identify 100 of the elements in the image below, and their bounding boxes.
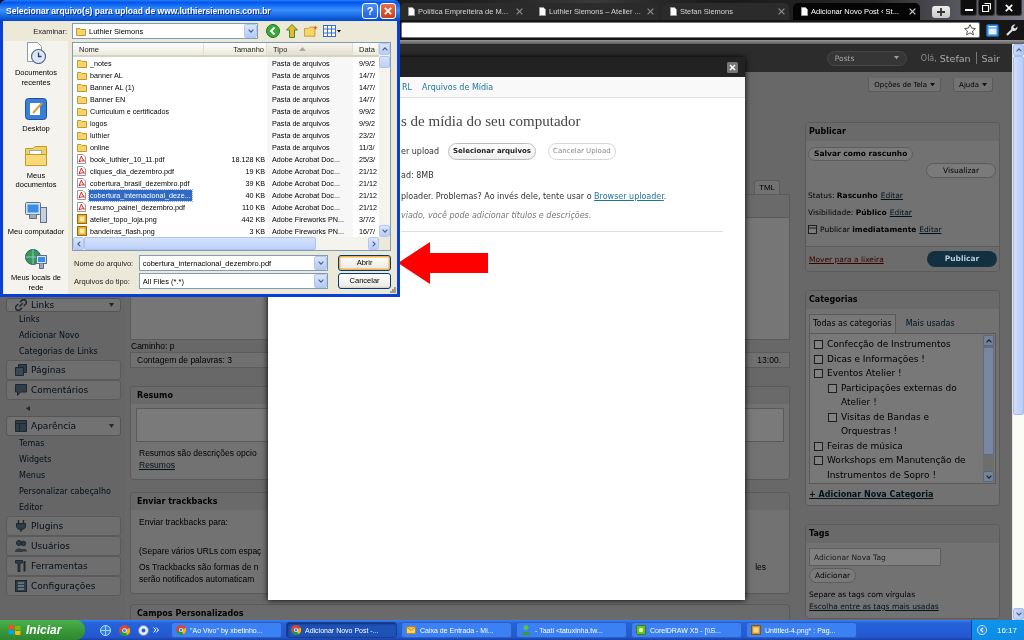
disc-icon[interactable] bbox=[138, 624, 149, 636]
media-tab[interactable]: RL bbox=[402, 82, 412, 92]
checkbox[interactable] bbox=[814, 456, 823, 465]
panel-header[interactable]: Categorias bbox=[806, 291, 999, 309]
horizontal-scrollbar[interactable] bbox=[73, 237, 379, 250]
close-icon[interactable] bbox=[727, 61, 738, 73]
scroll-right-button[interactable] bbox=[368, 237, 379, 250]
star-icon[interactable] bbox=[964, 24, 976, 36]
scroll-thumb[interactable] bbox=[1013, 56, 1024, 415]
category-tab[interactable]: Mais usadas bbox=[901, 314, 959, 333]
calendar-icon bbox=[808, 225, 817, 234]
help-text: les bbox=[755, 561, 766, 573]
wrench-icon[interactable] bbox=[1005, 23, 1018, 37]
up-arrow-icon[interactable] bbox=[285, 24, 299, 38]
scroll-down-button[interactable] bbox=[983, 471, 994, 482]
folder-icon bbox=[76, 26, 86, 36]
start-button[interactable]: Iniciar bbox=[0, 620, 85, 640]
greeting-text: Olá, bbox=[920, 53, 937, 63]
minimize-button[interactable] bbox=[960, 0, 977, 16]
panel-header[interactable]: Campos Personalizados bbox=[130, 604, 790, 620]
restore-button[interactable] bbox=[978, 0, 995, 16]
scroll-thumb[interactable] bbox=[84, 237, 316, 250]
scroll-thumb[interactable] bbox=[983, 347, 994, 455]
submenu-item[interactable]: Temas bbox=[0, 436, 125, 452]
menu-item[interactable]: Usuários bbox=[6, 536, 121, 556]
excerpt-link[interactable]: Resumos bbox=[139, 460, 175, 470]
page-icon bbox=[670, 7, 677, 16]
scroll-left-button[interactable] bbox=[73, 237, 84, 250]
ring-icon[interactable] bbox=[119, 624, 130, 636]
plus-icon bbox=[937, 8, 945, 16]
close-icon[interactable] bbox=[909, 8, 916, 15]
menu-item[interactable]: Configurações bbox=[6, 576, 121, 596]
menu-item[interactable]: Comentários bbox=[6, 380, 121, 400]
word-count-text: Contagem de palavras: 3 bbox=[137, 355, 232, 365]
pdf-document-icon bbox=[77, 166, 86, 176]
vertical-scrollbar[interactable] bbox=[379, 43, 390, 237]
dropdown-button[interactable] bbox=[314, 274, 328, 288]
chevron-icon[interactable] bbox=[976, 625, 987, 635]
category-label: Feiras de música bbox=[827, 439, 903, 453]
page-scrollbar[interactable] bbox=[1012, 44, 1024, 620]
dropdown-button[interactable] bbox=[314, 256, 328, 270]
envelope-icon bbox=[406, 625, 416, 635]
pdf-document-icon bbox=[77, 190, 86, 200]
media-tab[interactable]: Arquivos de Mídia bbox=[422, 82, 494, 92]
logout-link[interactable]: Sair bbox=[981, 52, 1000, 64]
menu-item[interactable]: Páginas bbox=[6, 360, 121, 380]
expand-arrow-icon[interactable] bbox=[109, 303, 114, 307]
submenu-item[interactable]: Personalizar cabeçalho bbox=[0, 484, 125, 500]
editor-tab[interactable]: TML bbox=[754, 180, 780, 194]
checkbox[interactable] bbox=[814, 369, 823, 378]
back-icon[interactable] bbox=[266, 24, 280, 38]
submenu-item[interactable]: Categorias de Links bbox=[0, 344, 125, 360]
browser-uploader-link[interactable]: Browser uploader bbox=[594, 192, 664, 201]
new-folder-icon[interactable] bbox=[304, 24, 318, 38]
upload-label: er upload bbox=[401, 147, 439, 156]
picture-icon bbox=[751, 625, 761, 635]
help-button[interactable]: ? bbox=[362, 2, 378, 19]
dropdown-button[interactable] bbox=[244, 24, 257, 38]
scroll-thumb[interactable] bbox=[379, 56, 390, 68]
submenu-item[interactable]: Editor bbox=[0, 500, 125, 516]
address-field[interactable] bbox=[401, 22, 980, 38]
checkbox[interactable] bbox=[814, 441, 823, 451]
scroll-down-button[interactable] bbox=[379, 225, 390, 237]
expand-arrow-icon[interactable] bbox=[109, 424, 114, 428]
user-link[interactable]: Stefan bbox=[939, 52, 971, 64]
menu-item[interactable]: Links bbox=[6, 298, 121, 312]
caret-icon bbox=[893, 56, 899, 60]
pdf-document-icon bbox=[77, 178, 86, 188]
collapse-arrow-icon[interactable] bbox=[26, 405, 30, 411]
menu-item[interactable]: Ferramentas bbox=[6, 556, 121, 576]
page-icon bbox=[801, 7, 808, 16]
checkbox[interactable] bbox=[814, 340, 823, 349]
double-chevron-icon[interactable] bbox=[153, 627, 159, 633]
close-button[interactable] bbox=[996, 0, 1022, 16]
panel-header[interactable]: Publicar bbox=[806, 123, 999, 141]
panel-header[interactable]: Tags bbox=[806, 525, 999, 543]
category-tab[interactable]: Todas as categorias bbox=[809, 314, 896, 333]
checkbox[interactable] bbox=[828, 383, 837, 393]
globe-icon[interactable] bbox=[100, 624, 111, 636]
checkbox[interactable] bbox=[814, 354, 823, 364]
window-icon[interactable] bbox=[986, 23, 999, 37]
view-menu-icon[interactable] bbox=[323, 25, 341, 37]
scroll-down-button[interactable] bbox=[1013, 608, 1024, 620]
vertical-scrollbar[interactable] bbox=[983, 335, 994, 482]
submenu-item[interactable]: Widgets bbox=[0, 452, 125, 468]
scroll-up-button[interactable] bbox=[1013, 44, 1024, 56]
checkbox[interactable] bbox=[828, 412, 837, 422]
help-text: (Separe vários URLs com espaç bbox=[139, 545, 262, 557]
chevron-up-icon bbox=[985, 338, 992, 343]
resize-grip-icon[interactable] bbox=[390, 287, 396, 293]
scroll-up-button[interactable] bbox=[379, 43, 390, 55]
submenu-item[interactable]: Links bbox=[0, 312, 125, 328]
new-tab-button[interactable] bbox=[932, 6, 950, 18]
submenu-item[interactable]: Adicionar Novo bbox=[0, 328, 125, 344]
scroll-up-button[interactable] bbox=[983, 335, 994, 346]
menu-item[interactable]: Plugins bbox=[6, 516, 121, 536]
submenu-item[interactable]: Menus bbox=[0, 468, 125, 484]
flag-icon bbox=[8, 624, 21, 636]
menu-item[interactable]: Aparência bbox=[6, 416, 121, 436]
add-category-link[interactable]: + Adicionar Nova Categoria bbox=[809, 490, 934, 499]
